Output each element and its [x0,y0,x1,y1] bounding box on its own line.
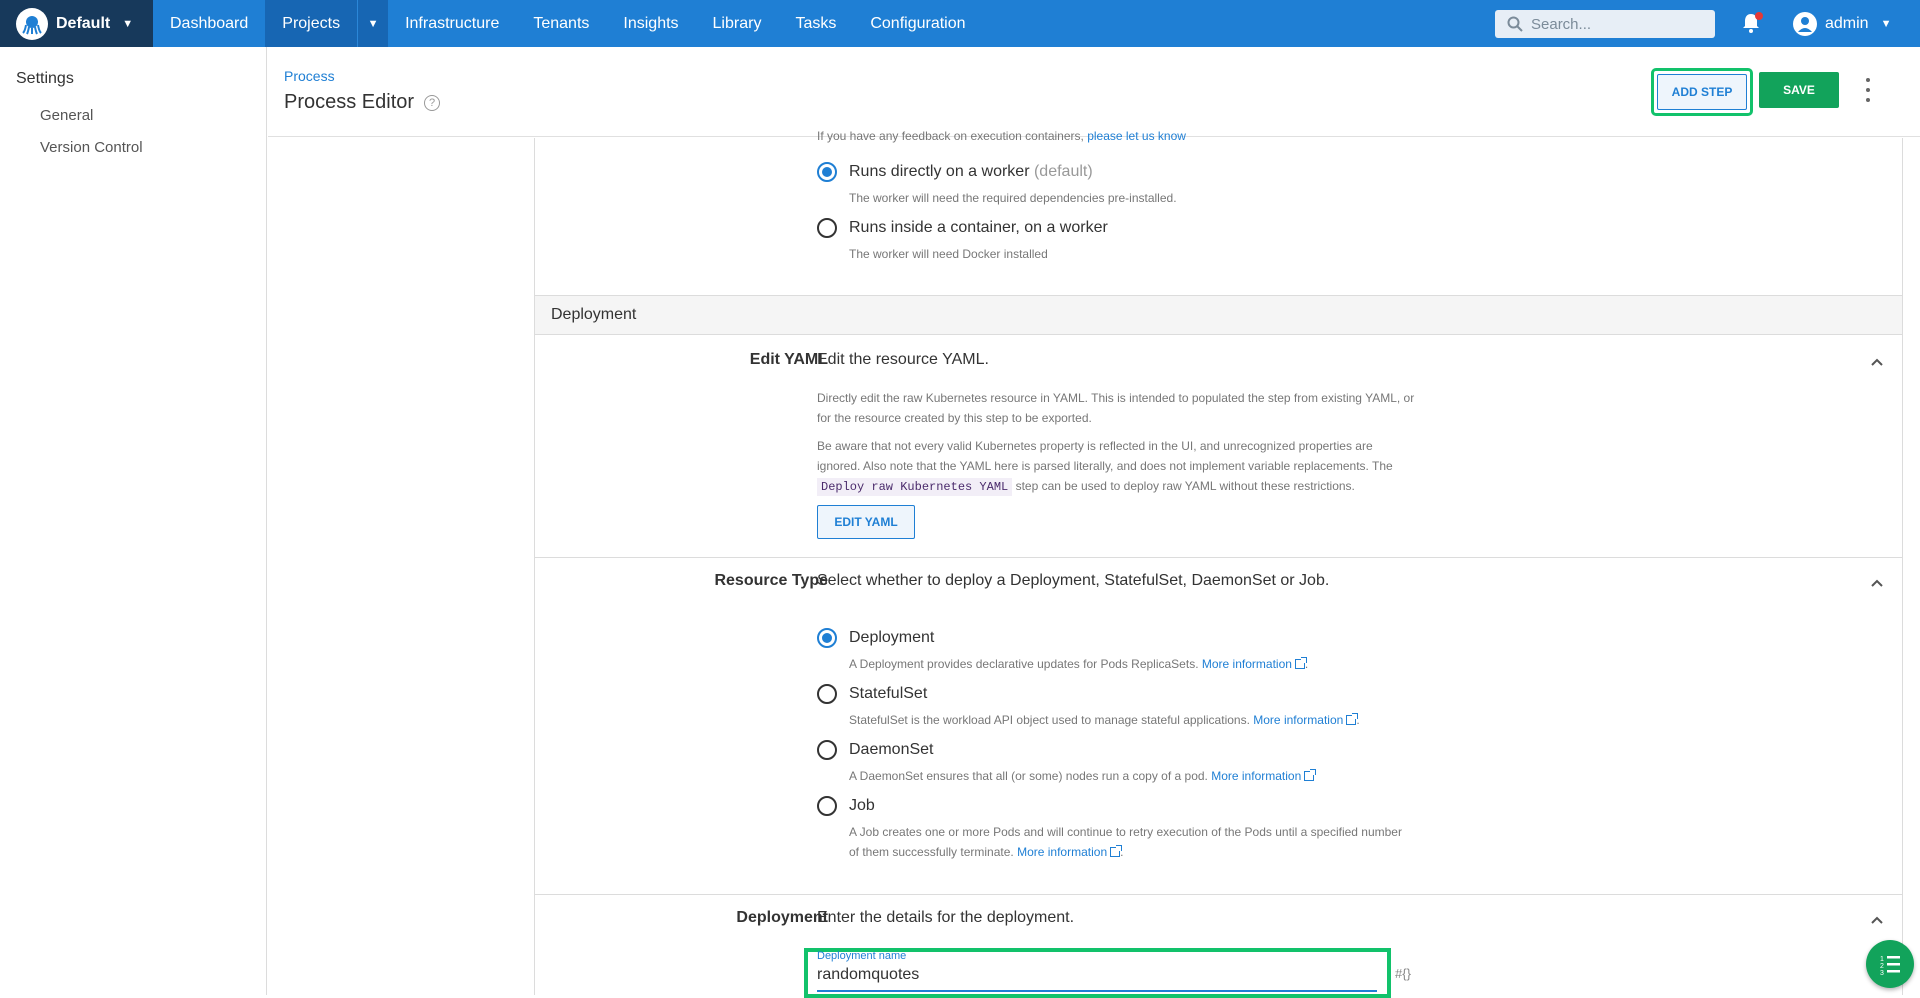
step-editor-content: If you have any feedback on execution co… [534,129,1903,998]
feedback-text: If you have any feedback on execution co… [817,126,1417,144]
sidebar-item-general[interactable]: General [40,107,93,124]
radio-label: Runs directly on a worker (default) [849,163,1093,180]
more-options-icon[interactable] [1860,78,1876,102]
radio-button-checked[interactable] [817,162,837,182]
search-input[interactable]: Search... [1495,10,1715,38]
space-name: Default [56,14,111,32]
nav-infrastructure[interactable]: Infrastructure [388,0,516,47]
chevron-down-icon: ▼ [1880,17,1892,30]
breadcrumb[interactable]: Process [284,68,335,84]
feedback-text-label: If you have any feedback on execution co… [817,129,1084,143]
svg-text:3: 3 [1880,970,1884,975]
sidebar-title: Settings [16,70,74,87]
nav-configuration[interactable]: Configuration [853,0,982,47]
radio-description: The worker will need Docker installed [849,247,1048,261]
edit-yaml-warning: Be aware that not every valid Kubernetes… [817,439,1393,496]
nav-projects[interactable]: Projects [265,0,358,47]
more-information-link[interactable]: More information [1017,845,1107,859]
space-switcher[interactable]: Default ▼ [0,0,153,47]
page-title: Process Editor ? [284,91,441,114]
resource-type-summary: Select whether to deploy a Deployment, S… [817,572,1330,589]
radio-label: Deployment [849,629,935,646]
radio-description: A DaemonSet ensures that all (or some) n… [849,766,1317,786]
nav-insights[interactable]: Insights [606,0,695,47]
nav-tasks[interactable]: Tasks [778,0,853,47]
radio-description: The worker will need the required depend… [849,191,1177,205]
more-information-link[interactable]: More information [1253,713,1343,727]
radio-daemonset[interactable]: DaemonSet [817,740,934,760]
radio-label: Job [849,797,875,814]
radio-button[interactable] [817,796,837,816]
radio-statefulset[interactable]: StatefulSet [817,684,927,704]
radio-button[interactable] [817,684,837,704]
add-step-highlight: ADD STEP [1651,68,1753,116]
nav-tenants[interactable]: Tenants [516,0,606,47]
radio-job[interactable]: Job [817,796,875,816]
resource-type-label: Resource Type [714,572,828,589]
nav-library[interactable]: Library [696,0,779,47]
radio-button[interactable] [817,218,837,238]
more-information-link[interactable]: More information [1211,769,1301,783]
chevron-up-icon[interactable] [1870,576,1884,590]
save-button[interactable]: SAVE [1759,72,1839,108]
variable-insert-icon[interactable]: #{} [1395,966,1411,981]
chevron-up-icon[interactable] [1870,913,1884,927]
projects-dropdown-icon[interactable]: ▼ [357,0,389,47]
input-underline [817,990,1377,992]
chevron-down-icon: ▼ [122,17,134,30]
chevron-up-icon[interactable] [1870,355,1884,369]
search-placeholder: Search... [1531,15,1592,33]
deployment-name-field[interactable]: Deployment name [804,948,1391,998]
external-link-icon [1346,713,1359,725]
deployment-summary: Enter the details for the deployment. [817,909,1075,926]
notifications-bell-icon[interactable] [1741,12,1763,34]
radio-button[interactable] [817,740,837,760]
user-avatar-icon [1793,11,1817,36]
divider [535,557,1902,558]
page-header: Process Process Editor ? ADD STEP SAVE [268,47,1920,137]
step-list-fab-icon[interactable]: 1 2 3 [1866,940,1914,988]
radio-label: StatefulSet [849,685,928,702]
radio-description: A Deployment provides declarative update… [849,657,1309,671]
radio-button-checked[interactable] [817,628,837,648]
svg-text:1: 1 [1880,956,1884,963]
help-icon[interactable]: ? [424,94,441,111]
settings-sidebar: Settings General Version Control [0,47,267,995]
edit-yaml-summary: Edit the resource YAML. [817,351,989,368]
user-name: admin [1825,14,1869,32]
radio-description: StatefulSet is the workload API object u… [849,713,1360,727]
external-link-icon [1294,657,1307,669]
radio-label: DaemonSet [849,741,934,758]
edit-yaml-button[interactable]: EDIT YAML [817,505,915,539]
sidebar-item-version-control[interactable]: Version Control [40,139,143,156]
main-nav: Dashboard Projects ▼ Infrastructure Tena… [153,0,983,47]
external-link-icon [1110,845,1123,857]
octopus-logo-icon [16,7,48,40]
radio-description: A Job creates one or more Pods and will … [849,825,1402,859]
more-information-link[interactable]: More information [1202,657,1292,671]
external-link-icon [1304,769,1317,781]
radio-runs-on-worker[interactable]: Runs directly on a worker (default) [817,162,1093,182]
deployment-name-label: Deployment name [817,950,907,962]
user-menu[interactable]: admin ▼ [1793,0,1891,47]
deployment-name-input[interactable] [817,966,1377,984]
radio-deployment[interactable]: Deployment [817,628,934,648]
svg-text:2: 2 [1880,963,1884,970]
feedback-link[interactable]: please let us know [1087,129,1186,143]
notification-dot [1755,12,1763,20]
radio-label: Runs inside a container, on a worker [849,219,1108,236]
edit-yaml-description: Directly edit the raw Kubernetes resourc… [817,391,1415,425]
page-title-text: Process Editor [284,91,415,113]
section-header-deployment: Deployment [535,295,1902,335]
nav-dashboard[interactable]: Dashboard [153,0,265,47]
add-step-button[interactable]: ADD STEP [1657,74,1747,110]
deployment-label: Deployment [736,909,828,926]
top-navigation-bar: Default ▼ Dashboard Projects ▼ Infrastru… [0,0,1920,47]
divider [535,894,1902,895]
code-snippet: Deploy raw Kubernetes YAML [817,478,1013,496]
radio-runs-in-container[interactable]: Runs inside a container, on a worker [817,218,1108,238]
search-icon [1507,16,1523,32]
